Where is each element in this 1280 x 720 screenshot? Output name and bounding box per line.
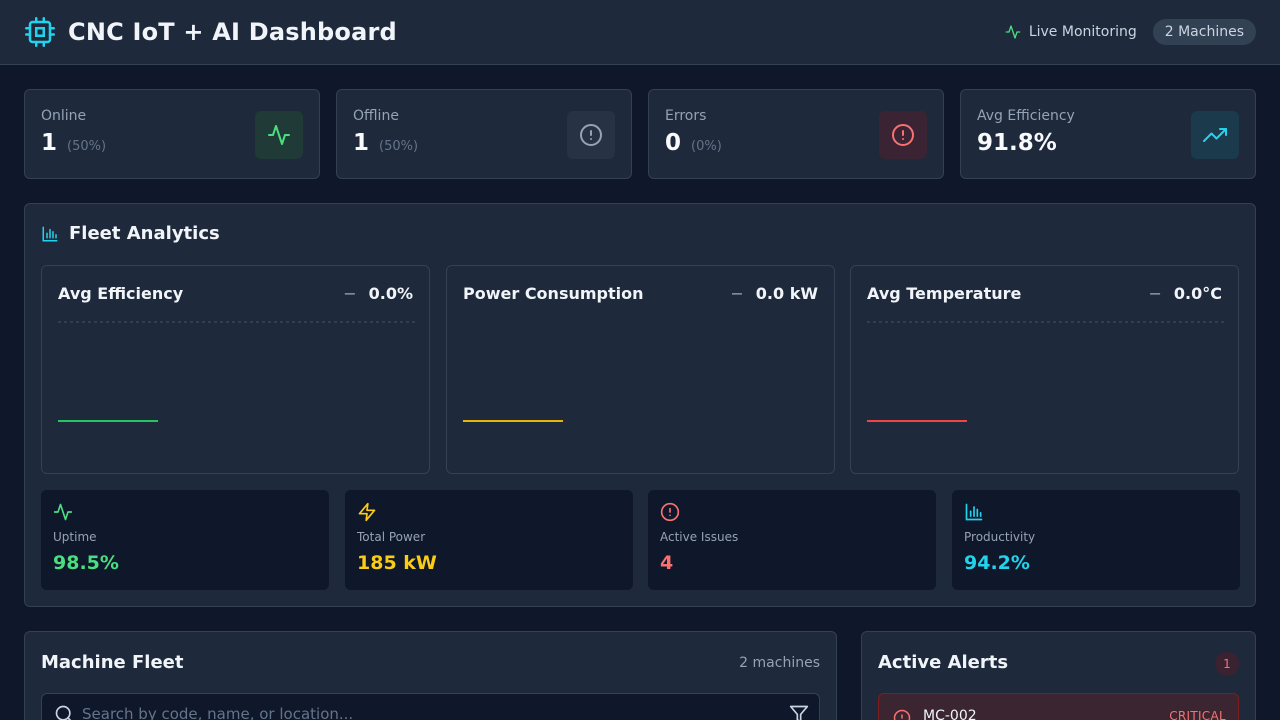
alert-circle-icon	[660, 502, 680, 522]
sparkline-chart	[463, 420, 563, 422]
chart-title: Power Consumption	[463, 284, 644, 303]
chart-value: 0.0%	[368, 284, 413, 303]
trending-up-icon	[1191, 111, 1239, 159]
filter-icon[interactable]	[789, 704, 809, 720]
chart-value: 0.0 kW	[755, 284, 818, 303]
trend-indicator: −	[730, 284, 744, 303]
sparkline-chart	[58, 321, 415, 422]
stat-value: 0	[665, 130, 682, 156]
live-monitoring-label: Live Monitoring	[1028, 24, 1137, 40]
stat-card-avg-efficiency: Avg Efficiency 91.8%	[960, 89, 1256, 179]
metric-value: 94.2%	[964, 552, 1030, 574]
activity-icon	[255, 111, 303, 159]
page-title: CNC IoT + AI Dashboard	[68, 18, 397, 46]
search-icon	[55, 705, 72, 720]
cpu-icon	[24, 16, 56, 48]
metric-value: 98.5%	[53, 552, 119, 574]
alert-count-badge: 1	[1215, 652, 1239, 676]
fleet-analytics-panel: Fleet Analytics Avg Efficiency − 0.0% Po…	[24, 203, 1256, 607]
metric-value: 185 kW	[357, 552, 437, 574]
stat-percentage: (50%)	[67, 139, 107, 154]
section-title: Machine Fleet	[41, 652, 184, 673]
activity-icon	[53, 503, 73, 521]
metric-value: 4	[660, 552, 674, 574]
alert-circle-icon	[879, 111, 927, 159]
chart-avg-temperature: Avg Temperature − 0.0°C	[850, 265, 1239, 474]
metric-label: Uptime	[53, 530, 97, 544]
zap-icon	[358, 502, 376, 522]
stat-value: 91.8%	[977, 130, 1057, 156]
alert-severity: CRITICAL	[1169, 709, 1226, 720]
stat-value: 1	[353, 130, 370, 156]
machine-count-badge: 2 Machines	[1152, 19, 1256, 45]
stat-card-online: Online 1 (50%)	[24, 89, 320, 179]
sparkline-chart	[867, 321, 1224, 422]
metric-card-total-power: Total Power 185 kW	[345, 490, 633, 590]
stat-percentage: (50%)	[379, 139, 419, 154]
section-title: Fleet Analytics	[69, 223, 220, 244]
metric-card-active-issues: Active Issues 4	[648, 490, 936, 590]
metric-card-productivity: Productivity 94.2%	[952, 490, 1240, 590]
chart-title: Avg Temperature	[867, 284, 1022, 303]
chart-title: Avg Efficiency	[58, 284, 184, 303]
alert-item[interactable]: MC-002 CRITICAL	[878, 693, 1239, 720]
active-alerts-panel: Active Alerts 1 MC-002 CRITICAL	[861, 631, 1256, 720]
metric-label: Total Power	[357, 530, 426, 544]
live-monitoring-indicator: Live Monitoring	[1005, 24, 1137, 40]
search-box	[41, 693, 820, 720]
machine-count: 2 machines	[739, 655, 820, 671]
alert-circle-icon	[893, 709, 911, 720]
metric-card-uptime: Uptime 98.5%	[41, 490, 329, 590]
alert-circle-icon	[567, 111, 615, 159]
chart-avg-efficiency: Avg Efficiency − 0.0%	[41, 265, 430, 474]
trend-indicator: −	[1148, 284, 1162, 303]
bar-chart-icon	[42, 226, 58, 241]
stat-card-errors: Errors 0 (0%)	[648, 89, 944, 179]
stat-percentage: (0%)	[691, 139, 722, 154]
alert-machine-code: MC-002	[923, 708, 977, 720]
chart-power-consumption: Power Consumption − 0.0 kW	[446, 265, 835, 474]
metric-label: Productivity	[964, 530, 1036, 544]
activity-icon	[1005, 25, 1021, 39]
app-header: CNC IoT + AI Dashboard Live Monitoring 2…	[0, 0, 1280, 65]
trend-indicator: −	[343, 284, 357, 303]
machine-fleet-panel: Machine Fleet 2 machines	[24, 631, 837, 720]
chart-value: 0.0°C	[1173, 284, 1222, 303]
stat-card-offline: Offline 1 (50%)	[336, 89, 632, 179]
bar-chart-icon	[965, 503, 983, 521]
metric-label: Active Issues	[660, 530, 739, 544]
search-input[interactable]	[82, 703, 762, 720]
stat-value: 1	[41, 130, 58, 156]
section-title: Active Alerts	[878, 652, 1009, 673]
